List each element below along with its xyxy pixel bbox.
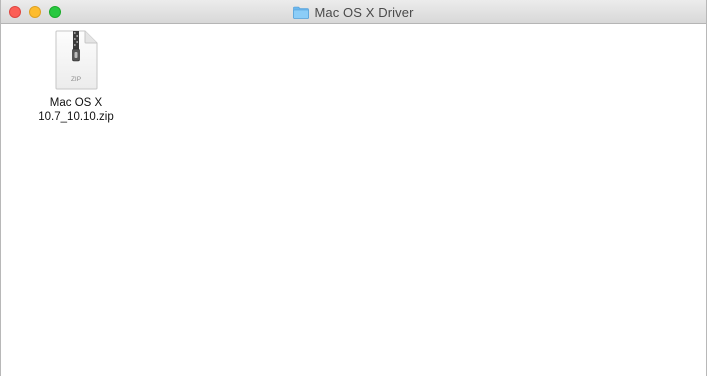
zip-file-icon[interactable]: ZIP [53, 30, 99, 90]
folder-content[interactable]: ZIP Mac OS X 10.7_10.10.zip [1, 24, 706, 376]
file-item-zip[interactable]: ZIP Mac OS X 10.7_10.10.zip [15, 30, 137, 124]
file-name[interactable]: Mac OS X 10.7_10.10.zip [15, 96, 137, 124]
window-title-group: Mac OS X Driver [1, 0, 706, 24]
title-bar[interactable]: Mac OS X Driver [1, 0, 706, 24]
file-name-line-1: Mac OS X [49, 97, 103, 109]
zip-icon-label: ZIP [71, 76, 81, 83]
finder-window: Mac OS X Driver ZIP Mac OS X 10.7_10.10.… [0, 0, 707, 376]
folder-icon [293, 6, 310, 19]
file-name-line-2: 10.7_10.10.zip [38, 111, 114, 123]
window-title: Mac OS X Driver [314, 4, 414, 20]
